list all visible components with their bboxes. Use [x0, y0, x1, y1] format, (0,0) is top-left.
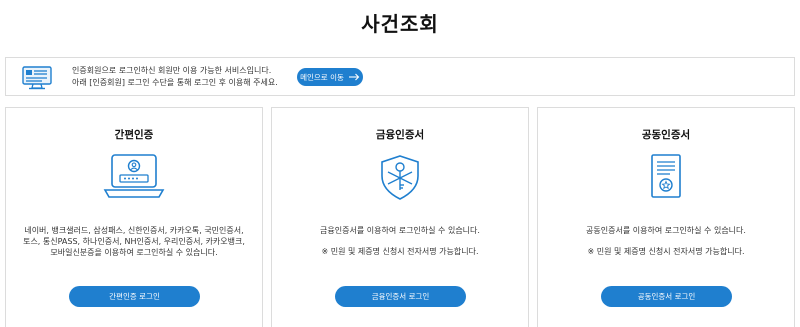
card-desc-line: 금융인증서를 이용하여 로그인하실 수 있습니다.	[320, 226, 480, 235]
card-desc-line: 모바일신분증을 이용하여 로그인하실 수 있습니다.	[50, 248, 218, 257]
card-desc-line: 공동인증서를 이용하여 로그인하실 수 있습니다.	[586, 226, 746, 235]
card-desc-line: 네이버, 뱅크샐러드, 삼성패스, 신한인증서, 카카오톡, 국민인증서,	[24, 226, 244, 235]
card-title: 공동인증서	[641, 129, 691, 141]
login-notice-box: 인증회원으로 로그인하신 회원만 이용 가능한 서비스입니다. 아래 [인증회원…	[5, 57, 795, 96]
financial-cert-login-button[interactable]: 금융인증서 로그인	[335, 286, 466, 307]
notice-line-2: 아래 [인증회원] 로그인 수단을 통해 로그인 후 이용해 주세요.	[72, 78, 278, 87]
joint-cert-login-button[interactable]: 공동인증서 로그인	[601, 286, 732, 307]
shield-key-icon	[381, 155, 419, 200]
joint-cert-card: 공동인증서 공동인증서를 이용하여 로그인하실 수 있습니다. ※ 민원 및 제…	[537, 107, 795, 327]
card-note: ※ 민원 및 제증명 신청시 전자서명 가능합니다.	[587, 247, 745, 256]
monitor-document-icon	[20, 65, 54, 91]
arrow-right-icon	[348, 73, 360, 81]
card-title: 금융인증서	[375, 129, 425, 141]
financial-cert-card: 금융인증서 금융인증서를 이용하여 로그인하실 수 있습니다. ※ 민원 및 제…	[271, 107, 529, 327]
page-title: 사건조회	[361, 12, 439, 36]
go-main-button[interactable]: 메인으로 이동	[297, 68, 363, 86]
card-desc-line: 토스, 통신PASS, 하나인증서, NH인증서, 우리인증서, 카카오뱅크,	[23, 237, 245, 246]
card-note: ※ 민원 및 제증명 신청시 전자서명 가능합니다.	[321, 247, 479, 256]
go-main-button-label: 메인으로 이동	[300, 72, 344, 82]
card-title: 간편인증	[114, 129, 154, 141]
simple-auth-card: 간편인증 네이버, 뱅크샐러드, 삼성패스, 신한인증서, 카카오톡, 국민인증…	[5, 107, 263, 327]
laptop-login-icon	[103, 154, 165, 198]
certificate-icon	[651, 154, 681, 198]
simple-auth-login-button[interactable]: 간편인증 로그인	[69, 286, 200, 307]
notice-line-1: 인증회원으로 로그인하신 회원만 이용 가능한 서비스입니다.	[72, 66, 272, 75]
